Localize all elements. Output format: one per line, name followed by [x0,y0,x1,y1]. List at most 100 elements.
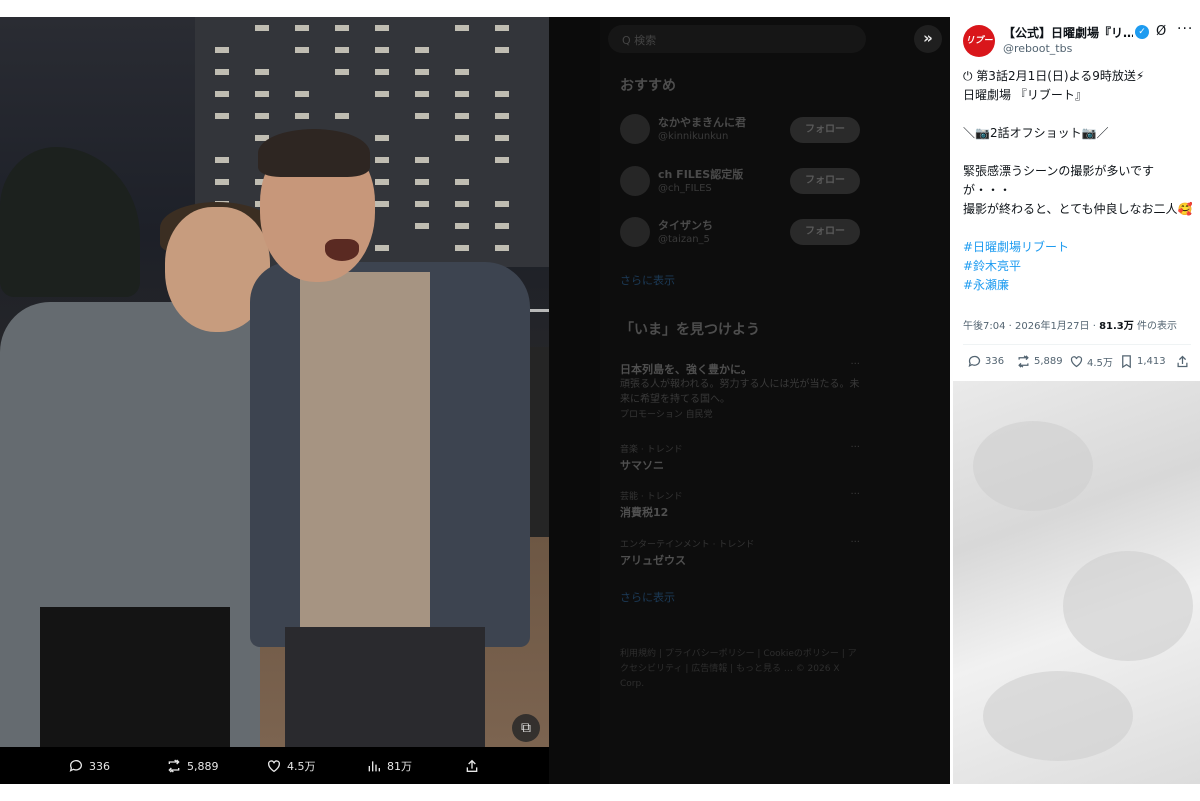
trend-meta: 音楽 · トレンド [620,445,683,455]
building-window [495,25,509,31]
follow-button: フォロー [790,168,860,194]
show-more-link: さらに表示 [620,274,675,287]
person-right-shirt [300,272,430,662]
trend-name: アリュゼウス [620,554,686,567]
building-window [495,135,509,141]
tweet-line: 撮影が終わると、とても仲良しなお二人🥰 [963,202,1193,216]
share-button[interactable] [1175,354,1190,369]
reply-button[interactable]: 336 [967,354,1004,369]
building-window [495,91,509,97]
reply-button[interactable]: 336 [68,757,110,775]
blur-spot [1063,551,1193,661]
trend-promoted: プロモーション 自民党 [620,410,713,420]
bookmark-count: 1,413 [1137,356,1166,367]
like-count: 4.5万 [287,760,316,773]
retweet-count: 5,889 [187,759,219,773]
tweet-panel: リブート 【公式】日曜劇場『リ… ✓ @reboot_tbs Ø ··· ⏻ 第… [953,17,1200,784]
more-options-icon[interactable]: ··· [1177,21,1193,37]
building-window [455,25,469,31]
building-window [215,113,229,119]
reply-count: 336 [89,759,110,773]
building-window [415,179,429,185]
building-window [335,69,349,75]
share-button[interactable] [464,757,480,775]
views-button[interactable]: 81万 [366,757,412,775]
tweet-line: 緊張感漂うシーンの撮影が多いですが・・・ [963,164,1155,197]
grok-icon[interactable]: Ø [1156,24,1166,39]
trend-name: サマソニ [620,459,664,472]
building-window [455,245,469,251]
like-button[interactable]: 4.5万 [266,757,316,775]
alt-text-icon[interactable]: ⧉ [512,714,540,742]
user-name: なかやまきんに君 [658,116,746,129]
building-window [255,113,269,119]
building-window [255,91,269,97]
building-window [455,91,469,97]
building-window [455,69,469,75]
building-window [455,201,469,207]
building-window [215,157,229,163]
tweet-photo[interactable]: ⧉ [0,17,549,747]
tweet-timestamp[interactable]: 午後7:04 · 2026年1月27日 · 81.3万 件の表示 [963,317,1177,332]
building-window [375,47,389,53]
divider [963,344,1191,345]
footer-links: 利用規約 | プライバシーポリシー | Cookieのポリシー | アクセシビリ… [620,649,857,689]
account-name[interactable]: 【公式】日曜劇場『リ… [1003,24,1133,41]
verified-badge-icon: ✓ [1135,25,1149,39]
building-window [455,179,469,185]
person-right-mouth [325,239,359,261]
reply-icon [968,355,981,368]
trends-heading: 「いま」を見つけよう [620,322,760,338]
tweet-line [963,219,1193,238]
person-left-pants [40,607,230,747]
hashtag-link[interactable]: #永瀬廉 [963,276,1193,295]
retweet-button[interactable]: 5,889 [1016,354,1063,369]
more-icon: ··· [850,537,860,548]
views-label: 件の表示 [1133,321,1177,332]
reply-count: 336 [985,356,1005,367]
recommended-heading: おすすめ [620,78,676,94]
like-button[interactable]: 4.5万 [1069,354,1113,369]
building-window [495,201,509,207]
trend-name: 日本列島を、強く豊かに。 [620,363,752,376]
avatar [620,166,650,196]
trend-item: 日本列島を、強く豊かに。 頑張る人が報われる。努力する人には光が当たる。未来に希… [620,359,860,420]
show-more-link: さらに表示 [620,591,675,604]
building-window [415,47,429,53]
avatar [620,114,650,144]
more-icon: ··· [850,489,860,500]
retweet-count: 5,889 [1034,356,1063,367]
building-window [375,135,389,141]
avatar[interactable]: リブート [963,25,995,78]
building-window [495,47,509,53]
building-window [415,91,429,97]
account-handle[interactable]: @reboot_tbs [1003,42,1072,55]
tweet-line: ＼📷2話オフショット📷／ [963,126,1109,140]
building-window [495,223,509,229]
tweet-line: 日曜劇場 『リブート』 [963,88,1087,102]
blurred-reply-area [953,381,1200,784]
retweet-icon [168,759,180,773]
like-count: 4.5万 [1087,358,1113,369]
bookmark-button[interactable]: 1,413 [1119,354,1166,369]
hashtag-link[interactable]: #鈴木亮平 [963,257,1193,276]
building-window [255,69,269,75]
retweet-button[interactable]: 5,889 [166,757,219,775]
share-icon [1177,355,1188,368]
tweet-line: ⏻ 第3話2月1日(日)よる9時放送⚡ [963,69,1145,83]
building-window [295,25,309,31]
hashtag-link[interactable]: #日曜劇場リブート [963,238,1193,257]
building-window [335,25,349,31]
double-chevron-right-icon[interactable]: » [914,25,942,53]
building-window [375,179,389,185]
trend-item: エンターテインメント · トレンド アリュゼウス ··· [620,537,860,568]
building-window [455,223,469,229]
blur-spot [983,671,1133,761]
building-window [295,113,309,119]
building-window [415,201,429,207]
reply-icon [69,760,82,772]
building-window [495,245,509,251]
views-count: 81万 [387,760,412,773]
building-window [415,223,429,229]
timestamp-text: 午後7:04 · 2026年1月27日 · [963,321,1100,332]
